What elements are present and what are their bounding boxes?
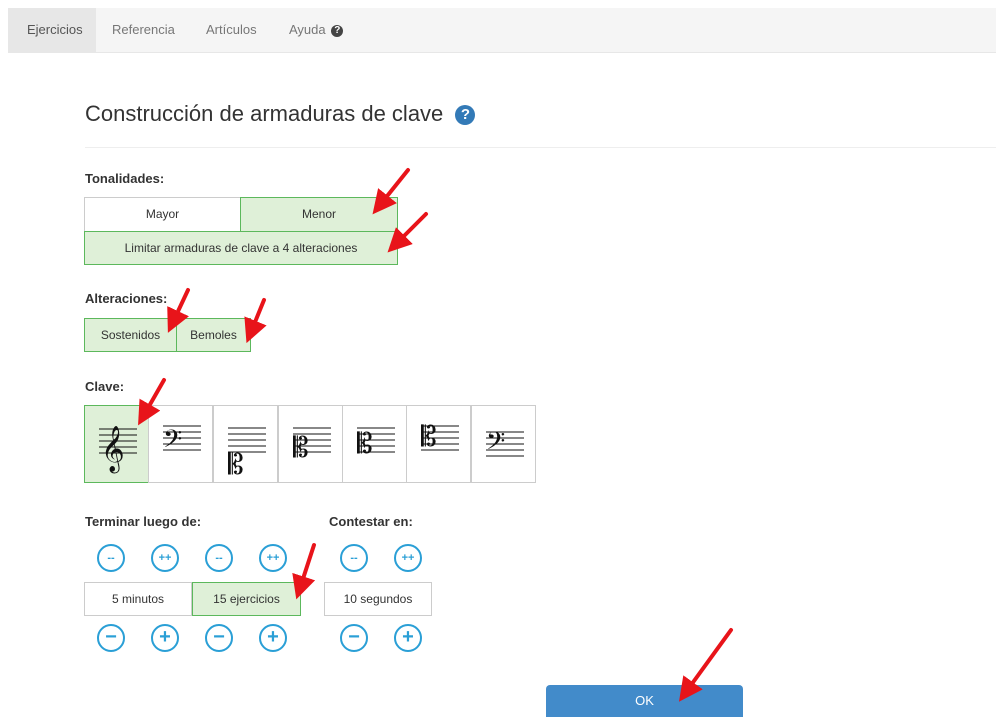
tab-referencia[interactable]: Referencia [112,8,175,52]
page-title-text: Construcción de armaduras de clave [85,101,444,126]
page-title: Construcción de armaduras de clave ? [85,101,476,127]
alteraciones-label: Alteraciones: [85,291,168,306]
minutes-decrease-button[interactable]: − [97,624,125,652]
tab-articulos-label: Artículos [206,22,257,37]
ok-button[interactable]: OK [546,685,743,717]
minutes-increase-big-button[interactable]: ++ [151,544,179,572]
minutes-value[interactable]: 5 minutos [84,582,192,616]
svg-text:𝄡: 𝄡 [421,420,437,453]
bass-clef-icon: 𝄢 [163,425,201,460]
tab-ejercicios-label: Ejercicios [27,22,83,37]
svg-text:𝄢: 𝄢 [486,427,505,462]
seconds-decrease-button[interactable]: − [340,624,368,652]
tab-ayuda[interactable]: Ayuda ? [289,8,344,52]
exercises-decrease-button[interactable]: − [205,624,233,652]
seconds-decrease-big-button[interactable]: -- [340,544,368,572]
tab-ayuda-label: Ayuda [289,22,326,37]
bass-clef-button[interactable]: 𝄢 [148,405,213,483]
soprano-clef-button[interactable]: 𝄡 [406,405,471,483]
svg-text:𝄞: 𝄞 [101,426,125,474]
tonalidades-label: Tonalidades: [85,171,165,186]
soprano-clef-icon: 𝄡 [421,420,459,453]
tab-articulos[interactable]: Artículos [206,8,257,52]
limit-accidentals-toggle[interactable]: Limitar armaduras de clave a 4 alteracio… [84,231,398,265]
treble-clef-icon: 𝄞 [99,426,137,474]
terminar-label: Terminar luego de: [85,514,202,529]
arrow-ok [678,628,733,702]
svg-text:𝄡: 𝄡 [357,427,373,460]
help-icon[interactable]: ? [455,105,476,125]
tab-ejercicios[interactable]: Ejercicios [8,8,96,52]
seconds-increase-button[interactable]: + [394,624,422,652]
svg-text:𝄢: 𝄢 [163,425,182,460]
svg-text:𝄡: 𝄡 [293,431,309,464]
alto-clef-button[interactable]: 𝄡 [278,405,343,483]
menor-button[interactable]: Menor [240,197,398,232]
arrow-bemoles [244,298,267,344]
svg-text:𝄡: 𝄡 [228,448,244,481]
question-icon: ? [331,25,344,37]
alto-clef-icon: 𝄡 [293,427,331,464]
minutes-increase-button[interactable]: + [151,624,179,652]
treble-clef-button[interactable]: 𝄞 [84,405,149,483]
tenor-clef-icon: 𝄡 [357,427,395,460]
contestar-label: Contestar en: [329,514,413,529]
divider [85,147,996,148]
bemoles-button[interactable]: Bemoles [176,318,251,352]
exercises-increase-big-button[interactable]: ++ [259,544,287,572]
arrow-exercises [292,543,316,600]
baritone-clef-icon: 𝄢 [486,427,524,462]
baritone-clef-button[interactable]: 𝄢 [471,405,536,483]
minutes-decrease-big-button[interactable]: -- [97,544,125,572]
tab-referencia-label: Referencia [112,22,175,37]
seconds-value[interactable]: 10 segundos [324,582,432,616]
arrow-limitar [387,212,428,253]
alto-clef-low-button[interactable]: 𝄡 [213,405,278,483]
sostenidos-button[interactable]: Sostenidos [84,318,177,352]
exercises-increase-button[interactable]: + [259,624,287,652]
exercises-decrease-big-button[interactable]: -- [205,544,233,572]
clave-label: Clave: [85,379,125,394]
mayor-button[interactable]: Mayor [84,197,241,232]
alto-clef-low-icon: 𝄡 [228,427,266,481]
seconds-increase-big-button[interactable]: ++ [394,544,422,572]
top-navbar: Ejercicios Referencia Artículos Ayuda ? [8,8,996,53]
exercises-value[interactable]: 15 ejercicios [192,582,301,616]
tenor-clef-button[interactable]: 𝄡 [342,405,407,483]
